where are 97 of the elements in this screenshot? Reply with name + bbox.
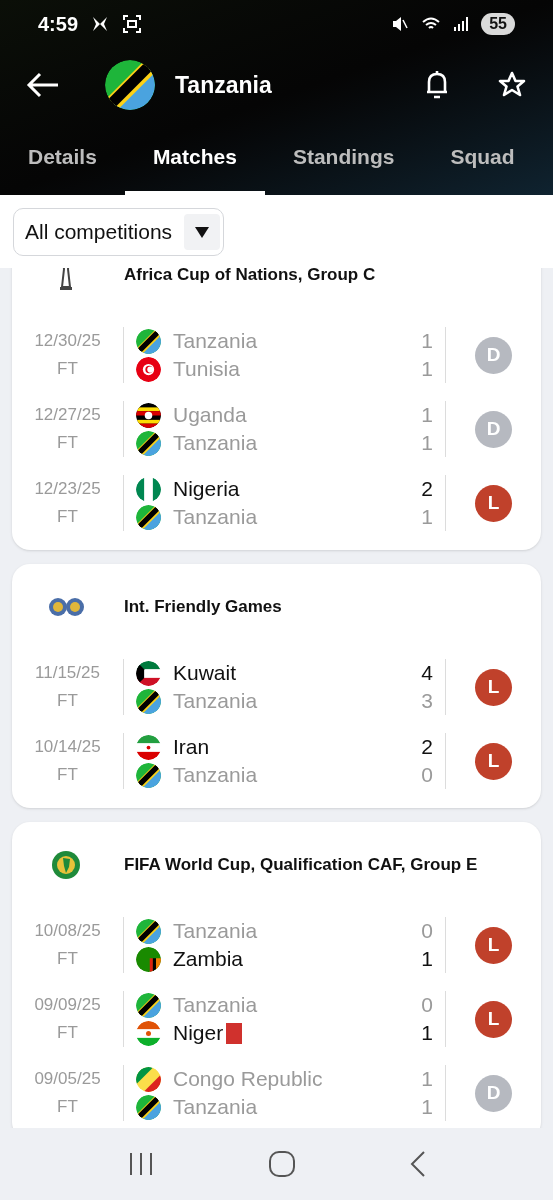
result-badge: L xyxy=(475,1000,512,1038)
competition-title: FIFA World Cup, Qualification CAF, Group E xyxy=(124,854,478,877)
team-name: Zambia xyxy=(173,946,244,973)
status-time: 4:59 xyxy=(38,12,79,37)
match-date: 09/09/25 xyxy=(34,994,101,1016)
team-name: Tanzania xyxy=(173,1094,258,1121)
match-status: FT xyxy=(57,1022,78,1044)
competition-dropdown[interactable]: All competitions xyxy=(13,207,225,256)
team-name: Nigeria xyxy=(173,476,240,503)
team-name: Uganda xyxy=(173,402,247,429)
score: 4 xyxy=(421,660,433,687)
match-row[interactable]: 11/15/25 FT Kuwait 4 Tanzania 3 L xyxy=(12,650,541,724)
team-name: Tanzania xyxy=(173,328,258,355)
flag-icon xyxy=(136,1020,161,1046)
team-name: Kuwait xyxy=(173,660,237,687)
screenshot-icon xyxy=(122,14,143,34)
tab[interactable]: Standings xyxy=(264,123,423,195)
match-status: FT xyxy=(57,948,78,970)
match-status: FT xyxy=(57,358,78,380)
team-name: Iran xyxy=(173,734,210,761)
flag-icon xyxy=(136,918,161,944)
team-name: Congo Republic xyxy=(173,1066,323,1093)
result-badge: L xyxy=(475,926,512,964)
result-badge: L xyxy=(475,668,512,706)
team-title: Tanzania xyxy=(175,70,272,100)
result-badge: L xyxy=(475,484,512,522)
flag-icon xyxy=(136,688,161,714)
team-name: Tanzania xyxy=(173,430,258,457)
team-name: Niger xyxy=(173,1020,224,1047)
match-date: 09/05/25 xyxy=(34,1068,101,1090)
score: 1 xyxy=(421,504,433,531)
flag-icon xyxy=(136,660,161,686)
match-row[interactable]: 12/23/25 FT Nigeria 2 Tanzania 1 L xyxy=(12,466,541,540)
signal-icon xyxy=(453,16,470,32)
team-name: Tanzania xyxy=(173,992,258,1019)
back-arrow-icon[interactable] xyxy=(26,72,60,98)
flag-icon xyxy=(136,402,161,428)
match-date: 12/23/25 xyxy=(34,478,101,500)
score: 1 xyxy=(421,402,433,429)
bell-icon[interactable] xyxy=(425,70,449,100)
match-status: FT xyxy=(57,506,78,528)
flag-icon xyxy=(136,328,161,354)
result-badge: D xyxy=(475,1074,512,1112)
flag-icon xyxy=(136,1066,161,1092)
tab[interactable]: Squad xyxy=(422,123,543,195)
flag-icon xyxy=(136,430,161,456)
flag-icon xyxy=(136,946,161,972)
match-status: FT xyxy=(57,690,78,712)
match-date: 12/30/25 xyxy=(34,330,101,352)
match-row[interactable]: 10/08/25 FT Tanzania 0 Zambia 1 L xyxy=(12,908,541,982)
score: 1 xyxy=(421,1066,433,1093)
flag-icon xyxy=(105,60,155,110)
competition-title: Int. Friendly Games xyxy=(124,596,282,619)
result-badge: L xyxy=(475,742,512,780)
tab[interactable]: Details xyxy=(0,123,125,195)
result-badge: D xyxy=(475,410,512,448)
score: 3 xyxy=(421,688,433,715)
match-date: 10/14/25 xyxy=(34,736,101,758)
competition-title: Africa Cup of Nations, Group C xyxy=(124,268,376,287)
score: 1 xyxy=(421,356,433,383)
team-name: Tanzania xyxy=(173,918,258,945)
team-name: Tanzania xyxy=(173,762,258,789)
score: 1 xyxy=(421,328,433,355)
score: 1 xyxy=(421,1020,433,1047)
score: 0 xyxy=(421,918,433,945)
score: 1 xyxy=(421,1094,433,1121)
match-status: FT xyxy=(57,764,78,786)
score: 1 xyxy=(421,430,433,457)
dropdown-caret-icon xyxy=(184,213,221,250)
score: 2 xyxy=(421,476,433,503)
recent-apps-icon[interactable] xyxy=(127,1152,154,1176)
team-name: Tanzania xyxy=(173,504,258,531)
flag-icon xyxy=(136,762,161,788)
match-date: 12/27/25 xyxy=(34,404,101,426)
score: 0 xyxy=(421,762,433,789)
flag-icon xyxy=(136,356,161,382)
score: 2 xyxy=(421,734,433,761)
flag-icon xyxy=(136,504,161,530)
match-row[interactable]: 09/09/25 FT Tanzania 0 Niger 1 L xyxy=(12,982,541,1056)
flag-icon xyxy=(136,734,161,760)
flag-icon xyxy=(136,992,161,1018)
team-name: Tunisia xyxy=(173,356,240,383)
match-row[interactable]: 10/14/25 FT Iran 2 Tanzania 0 L xyxy=(12,724,541,798)
score: 0 xyxy=(421,992,433,1019)
match-date: 10/08/25 xyxy=(34,920,101,942)
match-status: FT xyxy=(57,1096,78,1118)
match-status: FT xyxy=(57,432,78,454)
result-badge: D xyxy=(475,336,512,374)
battery-indicator: 55 xyxy=(481,13,515,35)
team-name: Tanzania xyxy=(173,688,258,715)
score: 1 xyxy=(421,946,433,973)
home-icon[interactable] xyxy=(268,1151,295,1177)
back-icon[interactable] xyxy=(409,1151,426,1177)
mute-icon xyxy=(391,15,410,33)
match-date: 11/15/25 xyxy=(35,662,100,684)
flag-icon xyxy=(136,1094,161,1120)
flag-icon xyxy=(136,476,161,502)
